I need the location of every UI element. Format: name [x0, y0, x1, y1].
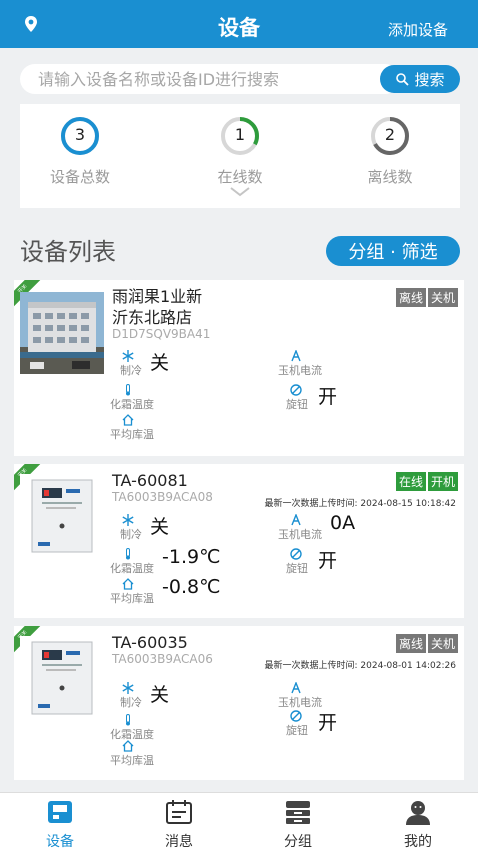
tab-profile[interactable]: 我的 [388, 799, 448, 850]
current-label: 玉机电流 [278, 364, 322, 377]
snowflake-icon [122, 350, 134, 362]
home-icon [122, 578, 134, 590]
compressor-icon [291, 682, 301, 694]
stat-online[interactable]: 1 在线数 [180, 114, 300, 187]
status-badges: 在线 开机 [395, 472, 458, 491]
knob-icon [290, 710, 302, 722]
device-name: TA-60081 [112, 471, 188, 490]
chevron-down-icon[interactable] [228, 186, 252, 198]
power-badge: 关机 [427, 288, 458, 307]
cooling-label: 制冷 [120, 364, 142, 377]
group-filter-button[interactable]: 分组 · 筛选 [326, 236, 460, 266]
device-card[interactable]: 开关 雨润果1业新 沂东北路店 D1D7SQV9BA41 离线 关机 制冷 关 … [14, 280, 464, 456]
avg-temp-label: 平均库温 [110, 428, 154, 441]
last-upload-time: 最新一次数据上传时间: 2024-08-01 14:02:26 [264, 661, 456, 671]
defrost-label: 化霜温度 [110, 398, 154, 411]
tab-message-label: 消息 [165, 834, 193, 850]
stat-online-value: 1 [234, 125, 246, 144]
cooling-value: 关 [150, 352, 170, 374]
stats-panel: 3 设备总数 1 在线数 2 离线数 [20, 104, 460, 208]
last-upload-time: 最新一次数据上传时间: 2024-08-15 10:18:42 [264, 499, 456, 509]
home-icon [122, 740, 134, 752]
cooling-label: 制冷 [120, 528, 142, 541]
power-badge: 关机 [427, 634, 458, 653]
status-badge: 在线 [395, 472, 426, 491]
offline-ring: 2 [368, 114, 412, 158]
power-badge: 开机 [427, 472, 458, 491]
knob-icon [290, 548, 302, 560]
thermometer-icon [126, 548, 130, 560]
knob-label: 旋钮 [286, 724, 308, 737]
knob-value: 开 [318, 712, 338, 734]
group-icon [286, 801, 310, 824]
device-name-line2: 沂东北路店 [112, 308, 193, 327]
tab-message[interactable]: 消息 [149, 799, 209, 850]
search-button[interactable]: 搜索 [380, 65, 460, 93]
knob-icon [290, 384, 302, 396]
device-id: TA6003B9ACA08 [112, 490, 213, 504]
compressor-icon [291, 350, 301, 362]
stat-offline-value: 2 [384, 125, 396, 144]
device-list-title: 设备列表 [20, 238, 116, 266]
device-card[interactable]: 开 关 TA-60035 TA6003B9ACA06 离线 关机 最新一次数据上传… [14, 626, 464, 780]
stat-total[interactable]: 3 设备总数 [20, 114, 140, 187]
tab-group[interactable]: 分组 [268, 799, 328, 850]
knob-value: 开 [318, 550, 338, 572]
stat-offline-label: 离线数 [367, 168, 413, 186]
snowflake-icon [122, 514, 134, 526]
tab-profile-label: 我的 [404, 834, 432, 850]
bottom-tab-bar: 设备 消息 分组 我的 [0, 792, 478, 850]
total-ring: 3 [58, 114, 102, 158]
avg-temp-value: -0.8℃ [162, 576, 221, 598]
cooling-value: 关 [150, 516, 170, 538]
stat-offline[interactable]: 2 离线数 [330, 114, 450, 187]
device-name: TA-60035 [112, 633, 188, 652]
thermometer-icon [126, 714, 130, 726]
device-name: 雨润果1业新 沂东北路店 [112, 286, 202, 328]
device-name-line1: 雨润果1业新 [112, 287, 203, 306]
current-label: 玉机电流 [278, 528, 322, 541]
avg-temp-label: 平均库温 [110, 754, 154, 767]
app-header: 设备 添加设备 [0, 0, 478, 48]
knob-label: 旋钮 [286, 398, 308, 411]
controller-photo [20, 474, 104, 556]
profile-icon [406, 801, 430, 825]
add-device-button[interactable]: 添加设备 [388, 19, 448, 40]
knob-label: 旋钮 [286, 562, 308, 575]
search-button-label: 搜索 [414, 70, 445, 89]
controller-photo [20, 636, 104, 718]
device-card[interactable]: 开 关 TA-60081 TA6003B9ACA08 在线 开机 最新一次数据上传… [14, 464, 464, 618]
device-id: TA6003B9ACA06 [112, 652, 213, 666]
thermometer-icon [126, 384, 130, 396]
compressor-icon [291, 514, 301, 526]
tab-device-label: 设备 [46, 834, 74, 850]
status-badges: 离线 关机 [395, 288, 458, 307]
store-photo [20, 292, 104, 374]
status-badges: 离线 关机 [395, 634, 458, 653]
stat-total-label: 设备总数 [49, 168, 110, 186]
cooling-value: 关 [150, 684, 170, 706]
status-badge: 离线 [395, 634, 426, 653]
snowflake-icon [122, 682, 134, 694]
device-icon [48, 801, 72, 823]
current-value: 0A [330, 512, 356, 534]
message-icon [166, 800, 192, 824]
stat-total-value: 3 [74, 125, 86, 144]
avg-temp-label: 平均库温 [110, 592, 154, 605]
cooling-label: 制冷 [120, 696, 142, 709]
defrost-label: 化霜温度 [110, 562, 154, 575]
search-input[interactable] [20, 64, 400, 94]
search-icon [396, 73, 410, 86]
home-icon [122, 414, 134, 426]
current-label: 玉机电流 [278, 696, 322, 709]
online-ring: 1 [218, 114, 262, 158]
knob-value: 开 [318, 386, 338, 408]
device-id: D1D7SQV9BA41 [112, 327, 211, 341]
stat-online-label: 在线数 [217, 168, 263, 186]
tab-group-label: 分组 [284, 834, 312, 850]
tab-device[interactable]: 设备 [30, 799, 90, 850]
status-badge: 离线 [395, 288, 426, 307]
search-bar: 搜索 [20, 64, 460, 94]
defrost-value: -1.9℃ [162, 546, 221, 568]
